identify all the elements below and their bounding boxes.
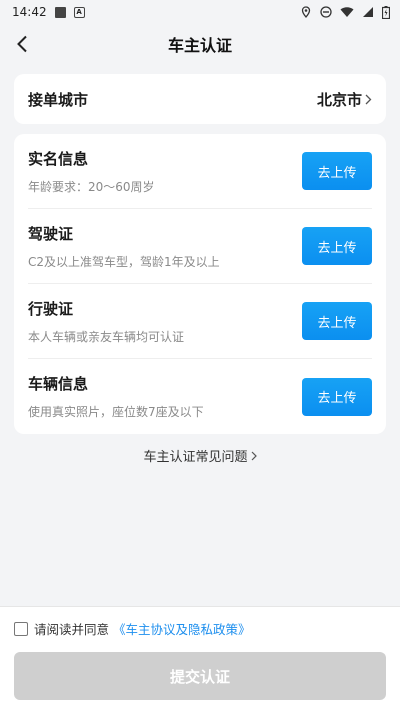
- faq-link[interactable]: 车主认证常见问题: [0, 446, 400, 465]
- agree-text: 请阅读并同意: [34, 622, 110, 637]
- battery-icon: [382, 5, 390, 19]
- footer: 请阅读并同意 《车主协议及隐私政策》 提交认证: [0, 606, 400, 711]
- item-text: 驾驶证 C2及以上准驾车型，驾龄1年及以上: [28, 223, 220, 270]
- upload-vehicle-info-button[interactable]: 去上传: [302, 377, 372, 416]
- submit-button[interactable]: 提交认证: [14, 652, 386, 700]
- location-icon: [301, 6, 311, 18]
- status-right: [300, 5, 390, 19]
- agreement-row: 请阅读并同意 《车主协议及隐私政策》: [0, 607, 400, 638]
- item-text: 行驶证 本人车辆或亲友车辆均可认证: [28, 298, 184, 345]
- city-row[interactable]: 接单城市 北京市: [14, 74, 386, 124]
- notification-square-icon: [54, 6, 66, 18]
- city-selector[interactable]: 北京市: [317, 89, 372, 110]
- chevron-right-icon: [251, 451, 257, 460]
- city-value: 北京市: [316, 90, 362, 109]
- upload-vehicle-license-button[interactable]: 去上传: [302, 302, 372, 340]
- item-title: 驾驶证: [28, 224, 74, 243]
- chevron-left-icon: [17, 35, 27, 53]
- notification-a-icon: A: [73, 6, 85, 18]
- upload-driver-license-button[interactable]: 去上传: [302, 227, 372, 265]
- list-item-vehicle-info: 车辆信息 使用真实照片，座位数7座及以下 去上传: [28, 359, 372, 434]
- item-text: 实名信息 年龄要求：20～60周岁: [28, 148, 155, 195]
- agree-checkbox[interactable]: [14, 621, 28, 636]
- do-not-disturb-icon: [320, 6, 332, 18]
- back-button[interactable]: [10, 32, 34, 56]
- signal-icon: [363, 7, 373, 17]
- status-left: 14:42 A: [12, 5, 85, 19]
- verification-list: 实名信息 年龄要求：20～60周岁 去上传 驾驶证 C2及以上准驾车型，驾龄1年…: [14, 134, 386, 434]
- item-desc: 本人车辆或亲友车辆均可认证: [28, 329, 185, 344]
- agreement-link[interactable]: 《车主协议及隐私政策》: [113, 619, 251, 638]
- city-label: 接单城市: [28, 90, 89, 109]
- item-desc: 使用真实照片，座位数7座及以下: [28, 405, 204, 419]
- item-title: 行驶证: [28, 299, 74, 318]
- faq-label: 车主认证常见问题: [143, 450, 248, 465]
- list-item-driver-license: 驾驶证 C2及以上准驾车型，驾龄1年及以上 去上传: [28, 209, 372, 284]
- item-desc: 年龄要求：20～60周岁: [28, 179, 155, 194]
- chevron-right-icon: [365, 94, 372, 104]
- page-title: 车主认证: [167, 36, 232, 55]
- nav-bar: 车主认证: [0, 24, 400, 64]
- item-title: 车辆信息: [28, 375, 89, 393]
- status-time: 14:42: [12, 5, 47, 19]
- wifi-icon: [340, 7, 354, 17]
- item-text: 车辆信息 使用真实照片，座位数7座及以下: [28, 373, 204, 420]
- upload-real-name-button[interactable]: 去上传: [302, 152, 372, 190]
- list-item-vehicle-license: 行驶证 本人车辆或亲友车辆均可认证 去上传: [28, 284, 372, 359]
- item-desc: C2及以上准驾车型，驾龄1年及以上: [28, 254, 220, 269]
- item-title: 实名信息: [28, 149, 89, 168]
- list-item-real-name: 实名信息 年龄要求：20～60周岁 去上传: [28, 134, 372, 209]
- status-bar: 14:42 A: [0, 0, 400, 24]
